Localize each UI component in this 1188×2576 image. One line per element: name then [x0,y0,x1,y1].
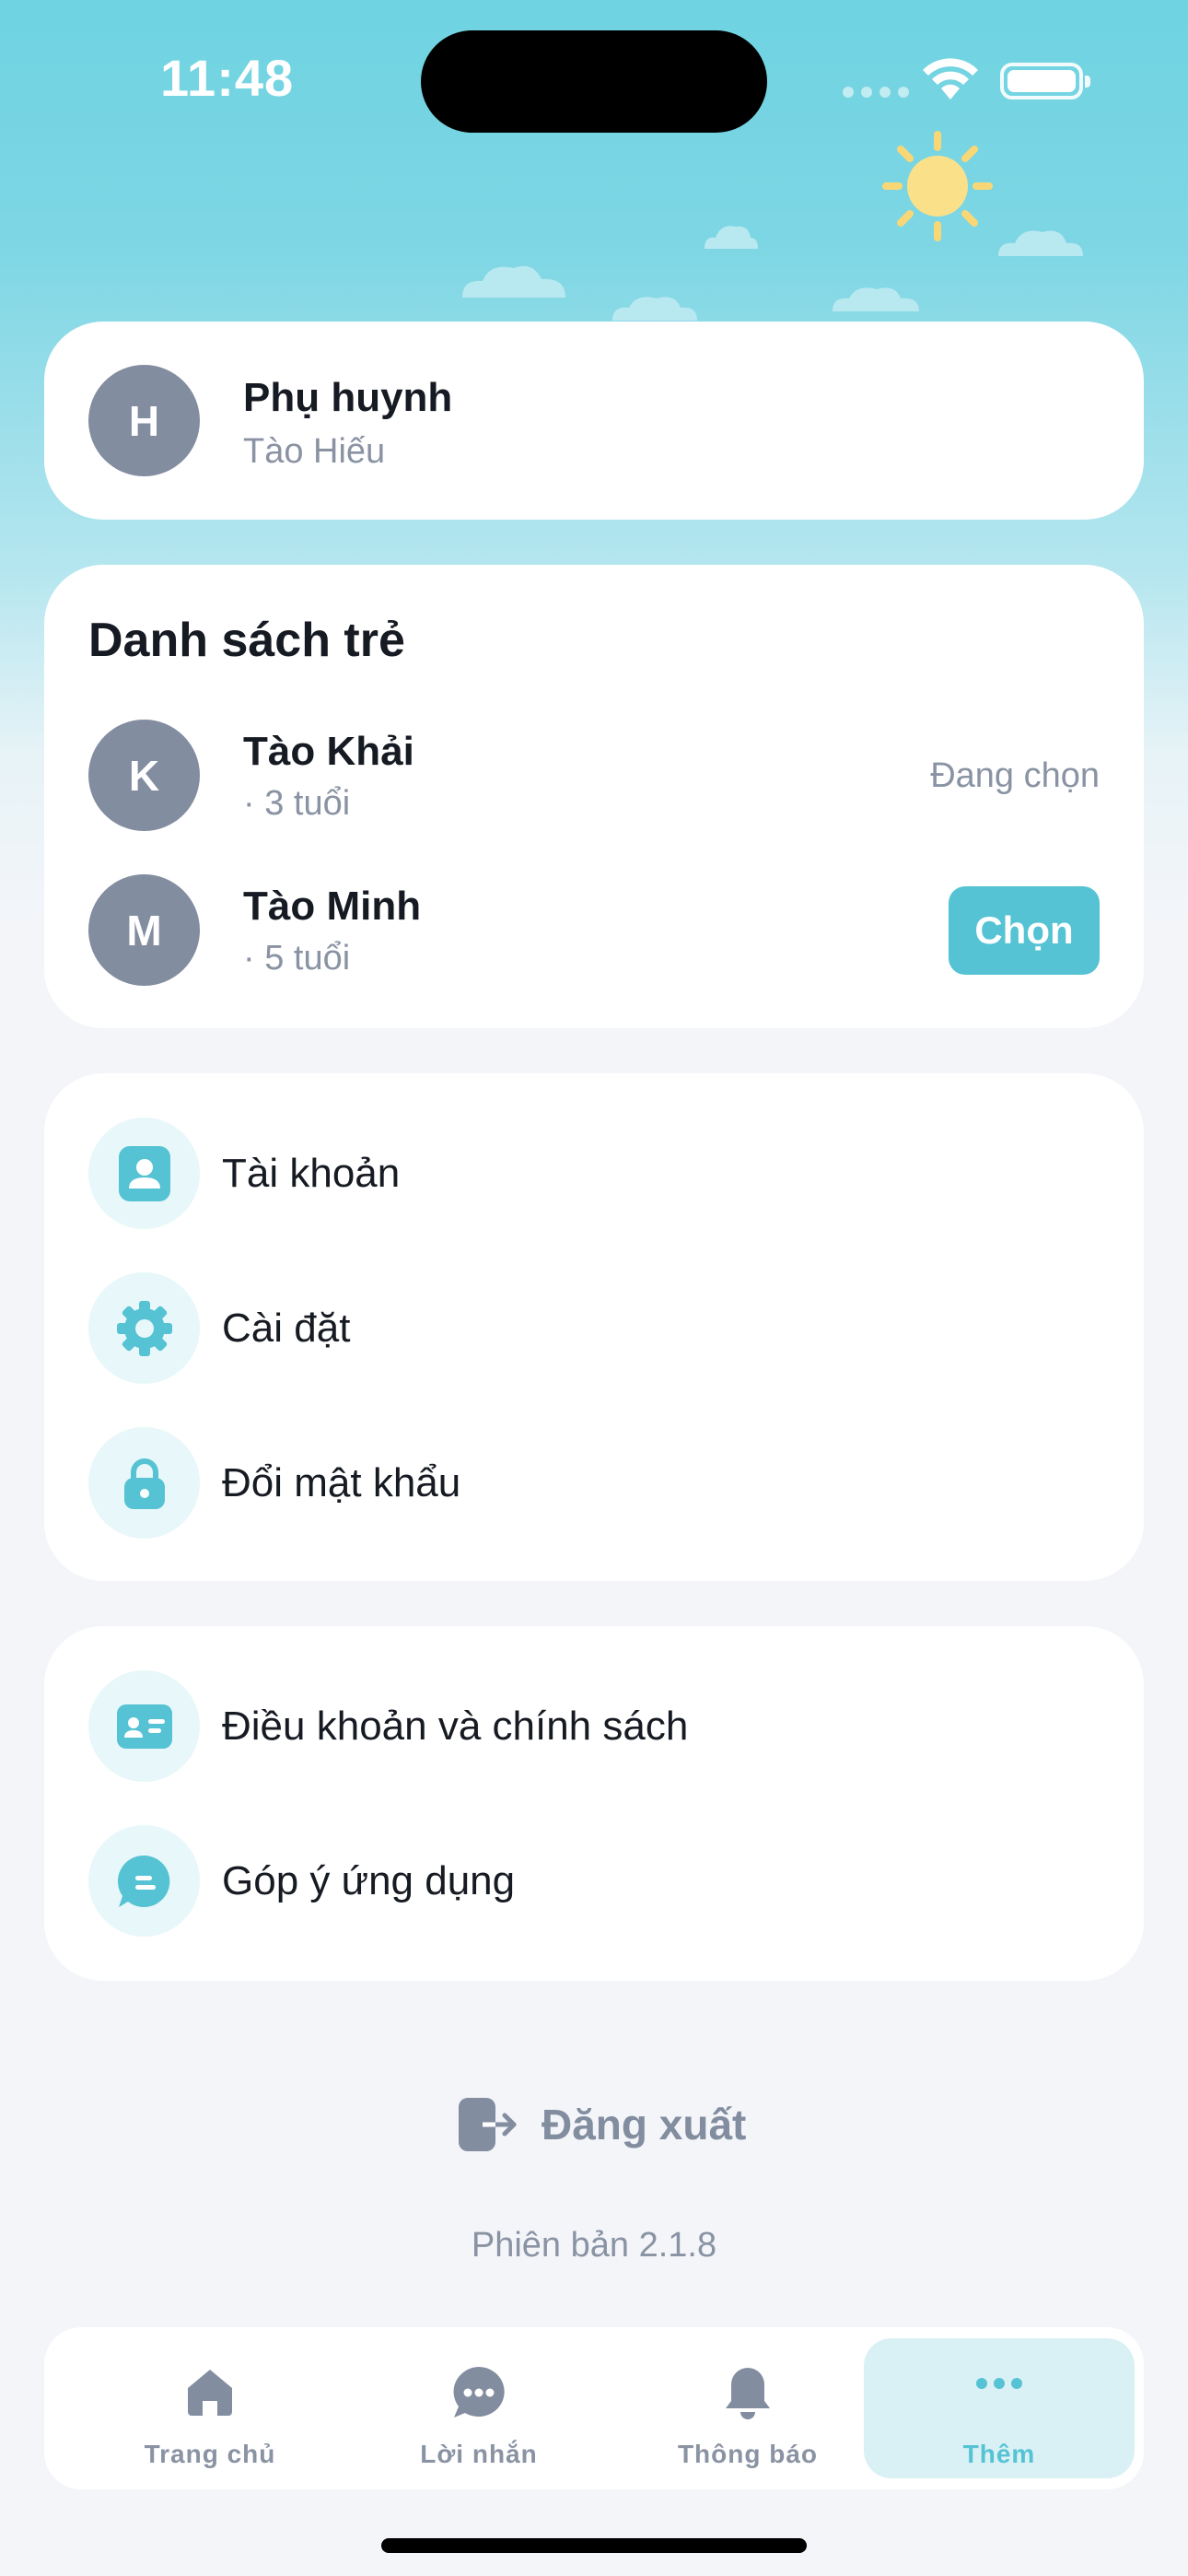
status-time: 11:48 [160,49,295,107]
tab-label: Trang chủ [144,2440,276,2468]
menu-item-feedback[interactable]: Góp ý ứng dụng [44,1825,1144,1937]
account-menu-card: Tài khoản Cài đặt Đổi mật khẩu [44,1073,1144,1581]
children-list-card: Danh sách trẻ K Tào Khải · 3 tuổi Đang c… [44,565,1144,1028]
child-avatar: M [88,874,200,986]
legal-menu-card: Điều khoản và chính sách Góp ý ứng dụng [44,1626,1144,1981]
more-icon [976,2378,1022,2389]
child-name: Tào Khải [243,729,414,774]
menu-item-settings[interactable]: Cài đặt [44,1272,1144,1384]
parent-name: Tào Hiếu [243,432,386,471]
child-row[interactable]: M Tào Minh · 5 tuổi Chọn [44,874,1144,986]
menu-item-account[interactable]: Tài khoản [44,1118,1144,1229]
sun-icon [882,131,993,241]
child-row[interactable]: K Tào Khải · 3 tuổi Đang chọn [44,720,1144,831]
parent-role: Phụ huynh [243,375,453,420]
bell-icon [726,2368,770,2419]
menu-label: Góp ý ứng dụng [222,1858,516,1903]
menu-item-terms[interactable]: Điều khoản và chính sách [44,1670,1144,1782]
lock-icon [88,1427,200,1539]
menu-label: Tài khoản [222,1151,401,1196]
wifi-icon [923,58,978,100]
menu-item-change-password[interactable]: Đổi mật khẩu [44,1427,1144,1539]
tab-label: Lời nhắn [420,2440,538,2468]
logout-label: Đăng xuất [542,2101,747,2149]
home-indicator [381,2538,807,2553]
feedback-icon [88,1825,200,1937]
more-screen: 11:48 H Phụ huynh Tào Hiếu Danh sách trẻ [0,0,1188,2576]
child-selected-status: Đang chọn [930,756,1100,795]
menu-label: Đổi mật khẩu [222,1460,461,1505]
cloud-icon [612,297,697,321]
menu-label: Cài đặt [222,1306,351,1351]
tab-label: Thêm [962,2440,1036,2468]
tab-home[interactable]: Trang chủ [75,2338,345,2478]
logout-icon [459,2098,517,2151]
tab-more[interactable]: Thêm [864,2338,1135,2478]
tab-notifications[interactable]: Thông báo [612,2338,883,2478]
bottom-tab-bar: Trang chủ Lời nhắn Thông báo Thêm [44,2327,1144,2489]
account-icon [88,1118,200,1229]
select-child-button[interactable]: Chọn [949,886,1100,975]
cloud-icon [705,226,758,249]
chat-icon [453,2367,505,2418]
app-version: Phiên bản 2.1.8 [471,2226,717,2265]
menu-label: Điều khoản và chính sách [222,1704,689,1749]
cloud-icon [833,287,919,311]
children-list-title: Danh sách trẻ [88,614,405,667]
id-card-icon [88,1670,200,1782]
home-icon [188,2370,232,2416]
battery-icon [1000,63,1090,100]
child-age: · 3 tuổi [243,784,351,823]
tab-messages[interactable]: Lời nhắn [344,2338,614,2478]
cloud-icon [998,230,1083,256]
gear-icon [88,1272,200,1384]
child-age: · 5 tuổi [243,939,351,978]
child-name: Tào Minh [243,884,422,929]
cellular-signal-icon [843,87,909,98]
cloud-icon [462,265,565,298]
parent-profile-card[interactable]: H Phụ huynh Tào Hiếu [44,322,1144,520]
tab-label: Thông báo [677,2440,819,2468]
dynamic-island [421,30,767,133]
child-avatar: K [88,720,200,831]
parent-avatar: H [88,365,200,476]
logout-button[interactable]: Đăng xuất [457,2094,746,2155]
